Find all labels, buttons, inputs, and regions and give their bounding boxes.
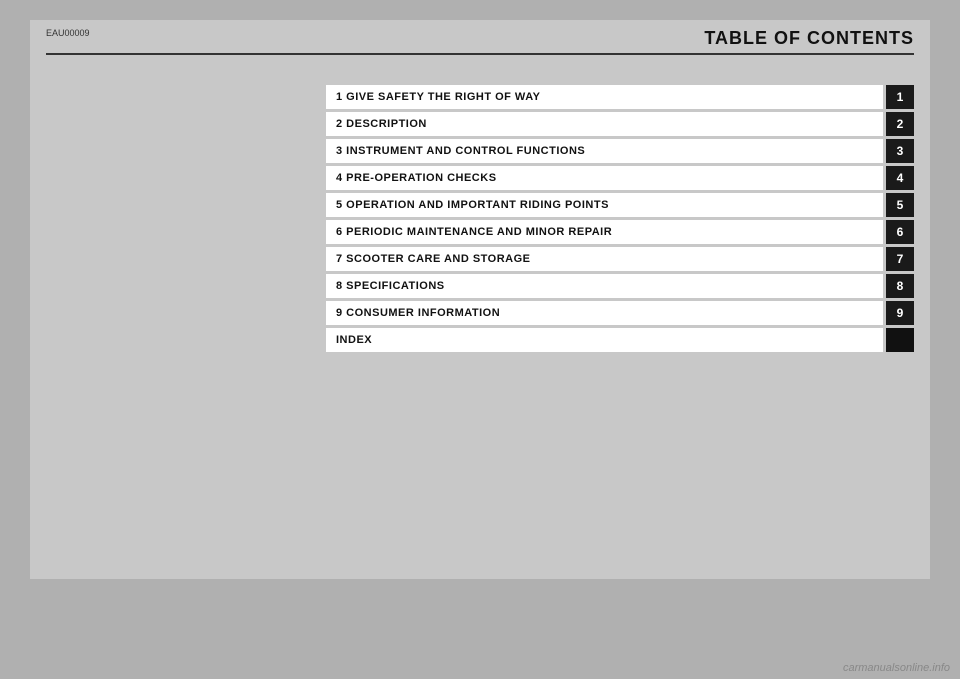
left-space — [46, 85, 326, 355]
toc-row-2: 2 DESCRIPTION 2 — [326, 112, 914, 136]
toc-entry-8[interactable]: 8 SPECIFICATIONS — [326, 274, 883, 298]
content-area: 1 GIVE SAFETY THE RIGHT OF WAY 1 2 DESCR… — [30, 55, 930, 375]
toc-entry-9[interactable]: 9 CONSUMER INFORMATION — [326, 301, 883, 325]
toc-entry-7[interactable]: 7 SCOOTER CARE AND STORAGE — [326, 247, 883, 271]
toc-row-6: 6 PERIODIC MAINTENANCE AND MINOR REPAIR … — [326, 220, 914, 244]
toc-tab-5[interactable]: 5 — [886, 193, 914, 217]
toc-entry-5[interactable]: 5 OPERATION AND IMPORTANT RIDING POINTS — [326, 193, 883, 217]
toc-row-index: INDEX — [326, 328, 914, 352]
toc-entry-1[interactable]: 1 GIVE SAFETY THE RIGHT OF WAY — [326, 85, 883, 109]
toc-row-4: 4 PRE-OPERATION CHECKS 4 — [326, 166, 914, 190]
toc-entry-2[interactable]: 2 DESCRIPTION — [326, 112, 883, 136]
toc-entry-6[interactable]: 6 PERIODIC MAINTENANCE AND MINOR REPAIR — [326, 220, 883, 244]
page-container: EAU00009 TABLE OF CONTENTS 1 GIVE SAFETY… — [0, 0, 960, 679]
toc-row-8: 8 SPECIFICATIONS 8 — [326, 274, 914, 298]
toc-row-3: 3 INSTRUMENT AND CONTROL FUNCTIONS 3 — [326, 139, 914, 163]
toc-row-9: 9 CONSUMER INFORMATION 9 — [326, 301, 914, 325]
doc-code: EAU00009 — [46, 28, 90, 38]
toc-container: 1 GIVE SAFETY THE RIGHT OF WAY 1 2 DESCR… — [326, 85, 914, 355]
toc-entries: 1 GIVE SAFETY THE RIGHT OF WAY 1 2 DESCR… — [326, 85, 914, 355]
toc-tab-3[interactable]: 3 — [886, 139, 914, 163]
toc-tab-7[interactable]: 7 — [886, 247, 914, 271]
toc-tab-9[interactable]: 9 — [886, 301, 914, 325]
toc-tab-4[interactable]: 4 — [886, 166, 914, 190]
page-title: TABLE OF CONTENTS — [704, 28, 914, 49]
toc-row-1: 1 GIVE SAFETY THE RIGHT OF WAY 1 — [326, 85, 914, 109]
toc-tab-6[interactable]: 6 — [886, 220, 914, 244]
watermark: carmanualsonline.info — [843, 662, 950, 674]
toc-tab-8[interactable]: 8 — [886, 274, 914, 298]
toc-tab-index[interactable] — [886, 328, 914, 352]
header-bar: EAU00009 TABLE OF CONTENTS — [30, 20, 930, 53]
toc-tab-1[interactable]: 1 — [886, 85, 914, 109]
toc-row-5: 5 OPERATION AND IMPORTANT RIDING POINTS … — [326, 193, 914, 217]
document-page: EAU00009 TABLE OF CONTENTS 1 GIVE SAFETY… — [30, 20, 930, 579]
toc-entry-3[interactable]: 3 INSTRUMENT AND CONTROL FUNCTIONS — [326, 139, 883, 163]
toc-row-7: 7 SCOOTER CARE AND STORAGE 7 — [326, 247, 914, 271]
toc-entry-4[interactable]: 4 PRE-OPERATION CHECKS — [326, 166, 883, 190]
toc-tab-2[interactable]: 2 — [886, 112, 914, 136]
toc-entry-index[interactable]: INDEX — [326, 328, 883, 352]
